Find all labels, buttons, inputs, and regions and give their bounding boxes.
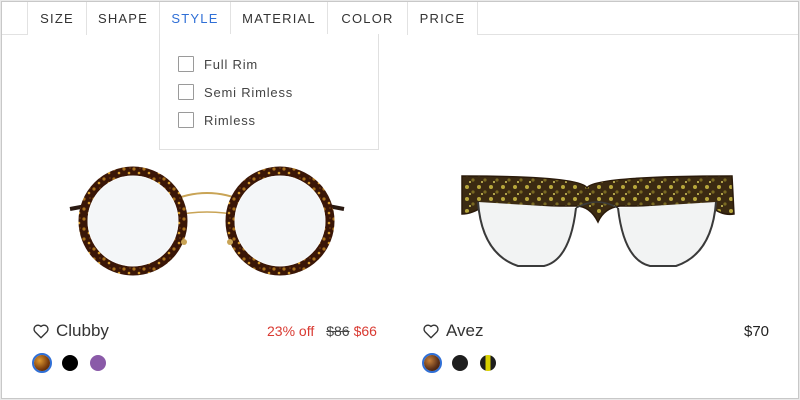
option-full-rim[interactable]: Full Rim	[178, 54, 258, 74]
heart-icon[interactable]	[32, 322, 50, 340]
tab-size[interactable]: SIZE	[27, 2, 87, 35]
style-dropdown: Full Rim Semi Rimless Rimless	[159, 34, 379, 150]
discount-label: 23% off	[267, 323, 315, 339]
product-listing-page: SIZE SHAPE STYLE MATERIAL COLOR PRICE Fu…	[1, 1, 799, 399]
product-name-row: Clubby	[32, 320, 109, 342]
filter-bar: SIZE SHAPE STYLE MATERIAL COLOR PRICE	[2, 2, 798, 36]
sale-price: $66	[353, 323, 377, 339]
tab-style[interactable]: STYLE	[160, 2, 231, 36]
option-label: Rimless	[204, 112, 256, 128]
product-image-browline-glasses[interactable]	[392, 136, 782, 296]
option-label: Full Rim	[204, 56, 259, 72]
option-label: Semi Rimless	[204, 84, 294, 100]
color-swatches	[32, 352, 116, 374]
tab-price[interactable]: PRICE	[408, 2, 478, 35]
tab-material[interactable]: MATERIAL	[231, 2, 328, 35]
old-price: $86	[326, 323, 350, 339]
price-area: $70	[744, 320, 769, 342]
product-name[interactable]: Avez	[446, 321, 484, 341]
tab-shape[interactable]: SHAPE	[87, 2, 160, 35]
full-rim-checkbox[interactable]	[178, 56, 194, 72]
semi-rimless-checkbox[interactable]	[178, 84, 194, 100]
product-name[interactable]: Clubby	[56, 321, 109, 341]
rimless-checkbox[interactable]	[178, 112, 194, 128]
product-name-row: Avez	[422, 320, 484, 342]
heart-icon[interactable]	[422, 322, 440, 340]
swatch-tortoise[interactable]	[422, 353, 442, 373]
option-semi-rimless[interactable]: Semi Rimless	[178, 82, 293, 102]
swatch-black[interactable]	[60, 353, 80, 373]
option-rimless[interactable]: Rimless	[178, 110, 256, 130]
product-card-avez: Avez $70	[392, 36, 782, 398]
swatch-purple[interactable]	[88, 353, 108, 373]
swatch-black[interactable]	[450, 353, 470, 373]
tab-color[interactable]: COLOR	[328, 2, 408, 35]
price-area: 23% off $86 $66	[267, 320, 377, 342]
swatch-black-yellow[interactable]	[478, 353, 498, 373]
product-image-round-glasses[interactable]	[2, 136, 392, 296]
color-swatches	[422, 352, 506, 374]
swatch-tortoise[interactable]	[32, 353, 52, 373]
price: $70	[744, 322, 770, 340]
